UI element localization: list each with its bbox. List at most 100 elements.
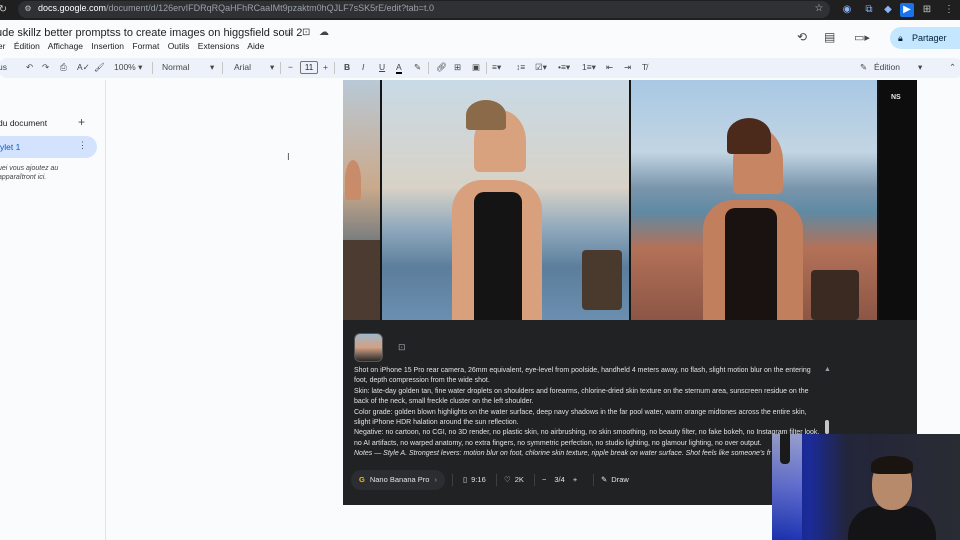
undo-icon[interactable]: ↶ — [26, 62, 33, 73]
extension-shield-icon[interactable]: ◆ — [881, 3, 895, 17]
prompt-line: Negative: no cartoon, no CGI, no 3D rend… — [354, 429, 820, 447]
add-tab-icon[interactable]: + — [78, 115, 85, 129]
docs-header: ude skillz better promptss to create ima… — [0, 20, 960, 56]
bookmark-star-icon[interactable]: ☆ — [812, 2, 826, 16]
insert-image-icon[interactable]: ▣ — [472, 62, 480, 73]
highlight-icon[interactable]: ✎ — [414, 62, 421, 73]
redo-icon[interactable]: ↷ — [42, 62, 49, 73]
font-size-input[interactable]: 11 — [300, 61, 318, 74]
checklist-icon[interactable]: ☑▾ — [535, 62, 547, 73]
site-info-icon[interactable]: ⚙ — [21, 2, 35, 16]
decrease-font-size-icon[interactable]: − — [288, 62, 293, 72]
history-icon[interactable]: ⟲ — [797, 30, 807, 44]
extension-audio-icon[interactable]: ◉ — [840, 3, 854, 17]
decrease-indent-icon[interactable]: ⇤ — [606, 62, 613, 73]
prompt-scrollbar[interactable] — [825, 420, 829, 434]
collapse-menus-icon[interactable]: ⌃ — [949, 62, 956, 73]
phone-icon: ▯ — [463, 475, 468, 484]
edit-mode-dropdown-icon[interactable]: ▾ — [918, 62, 922, 73]
tab-options-icon[interactable]: ⋮ — [78, 140, 87, 151]
chevron-right-icon: › — [434, 475, 437, 484]
font-select[interactable]: Arial — [234, 62, 251, 72]
paint-format-icon[interactable]: 🖌︎ — [94, 62, 105, 73]
tab-item[interactable]: ylet 1 ⋮ — [0, 136, 97, 158]
photo-left — [343, 80, 380, 320]
zoom-select[interactable]: 100% ▾ — [114, 62, 142, 73]
clear-formatting-icon[interactable]: T̸ — [642, 62, 647, 72]
menu-help[interactable]: Aide — [247, 41, 264, 51]
browser-toolbar: ↻ ⚙ docs.google.com/document/d/126ervIFD… — [0, 0, 960, 20]
draw-button[interactable]: ✎ Draw — [601, 470, 629, 490]
numbered-list-icon[interactable]: 1≡▾ — [582, 62, 596, 73]
text-cursor-icon: I — [287, 152, 290, 163]
text-color-icon[interactable]: A — [396, 62, 402, 74]
increment-icon[interactable]: + — [573, 475, 577, 484]
font-dropdown-icon[interactable]: ▾ — [270, 62, 274, 73]
align-icon[interactable]: ≡▾ — [492, 62, 501, 73]
lock-icon: 🔒︎ — [898, 33, 903, 43]
spellcheck-icon[interactable]: A✓ — [77, 62, 90, 73]
webcam-feed — [772, 434, 960, 540]
extension-play-icon[interactable]: ▶ — [900, 3, 914, 17]
menu-file[interactable]: ier — [0, 41, 5, 51]
photo-woman-pool — [631, 80, 877, 320]
link-icon[interactable]: 🔗︎ — [436, 62, 447, 73]
model-select[interactable]: G Nano Banana Pro › — [351, 470, 445, 490]
bulleted-list-icon[interactable]: •≡▾ — [558, 62, 570, 73]
count-stepper[interactable]: −3/4 + — [542, 470, 577, 490]
meet-icon[interactable]: ▭▸ — [854, 31, 870, 44]
reload-icon[interactable]: ↻ — [0, 3, 10, 17]
url-text[interactable]: docs.google.com/document/d/126ervIFDRqRQ… — [38, 3, 434, 13]
browser-menu-icon[interactable]: ⋮ — [942, 3, 956, 17]
menu-search[interactable]: us — [0, 62, 7, 72]
address-bar[interactable]: ⚙ docs.google.com/document/d/126ervIFDRq… — [18, 1, 830, 18]
menu-bar: ier Édition Affichage Insertion Format O… — [0, 41, 270, 51]
extension-translate-icon[interactable]: ⧉ — [862, 3, 876, 17]
edit-mode-select[interactable]: Édition — [874, 62, 900, 72]
menu-insert[interactable]: Insertion — [91, 41, 124, 51]
media-badge: NS — [891, 94, 901, 101]
add-comment-icon[interactable]: ⊞ — [454, 62, 461, 73]
draw-icon: ✎ — [601, 475, 608, 484]
reference-thumbnail[interactable] — [354, 333, 383, 362]
increase-indent-icon[interactable]: ⇥ — [624, 62, 631, 73]
bold-icon[interactable]: B — [344, 62, 350, 72]
outline-title: du document — [0, 118, 48, 128]
share-button[interactable]: 🔒︎ Partager — [890, 27, 960, 49]
model-logo-icon: G — [359, 475, 365, 484]
prompt-line: Skin: late-day golden tan, fine water dr… — [354, 387, 809, 406]
move-folder-icon[interactable]: ⊡ — [302, 27, 310, 38]
menu-edit[interactable]: Édition — [14, 41, 40, 51]
share-label: Partager — [912, 33, 947, 43]
increase-font-size-icon[interactable]: + — [323, 62, 328, 72]
heart-icon: ♡ — [504, 475, 511, 484]
edit-mode-pencil-icon[interactable]: ✎ — [860, 62, 867, 73]
decrement-icon[interactable]: − — [542, 475, 546, 484]
prompt-line: Shot on iPhone 15 Pro rear camera, 26mm … — [354, 367, 811, 385]
menu-tools[interactable]: Outils — [168, 41, 190, 51]
menu-extensions[interactable]: Extensions — [198, 41, 240, 51]
print-icon[interactable]: ⎙ — [60, 62, 67, 73]
outline-hint: uei vous ajoutez au apparaîtront ici. — [0, 165, 59, 181]
microphone — [780, 434, 790, 464]
italic-icon[interactable]: I — [362, 62, 364, 72]
document-title[interactable]: ude skillz better promptss to create ima… — [0, 27, 302, 39]
prompt-text[interactable]: Shot on iPhone 15 Pro rear camera, 26mm … — [354, 366, 824, 460]
resolution-select[interactable]: ♡ 2K — [504, 470, 524, 490]
line-spacing-icon[interactable]: ↕≡ — [516, 62, 525, 72]
formatting-toolbar: us ↶ ↷ ⎙ A✓ 🖌︎ 100% ▾ Normal ▾ Arial ▾ −… — [0, 58, 960, 78]
tab-label: ylet 1 — [0, 142, 21, 152]
menu-format[interactable]: Format — [132, 41, 159, 51]
prompt-line: Color grade: golden blown highlights on … — [354, 408, 807, 427]
star-icon[interactable]: ☆ — [285, 27, 294, 38]
cloud-saved-icon[interactable]: ☁ — [319, 27, 329, 38]
underline-icon[interactable]: U — [379, 62, 385, 72]
photo-woman-laughing — [382, 80, 629, 320]
extensions-puzzle-icon[interactable]: ⊞ — [920, 3, 934, 17]
style-dropdown-icon[interactable]: ▾ — [210, 62, 214, 73]
scroll-up-icon[interactable]: ▲ — [824, 366, 831, 373]
aspect-ratio-select[interactable]: ▯ 9:16 — [463, 470, 486, 490]
add-media-icon[interactable]: ⊡ — [398, 342, 406, 353]
comments-icon[interactable]: ▤ — [824, 30, 835, 44]
menu-view[interactable]: Affichage — [48, 41, 83, 51]
